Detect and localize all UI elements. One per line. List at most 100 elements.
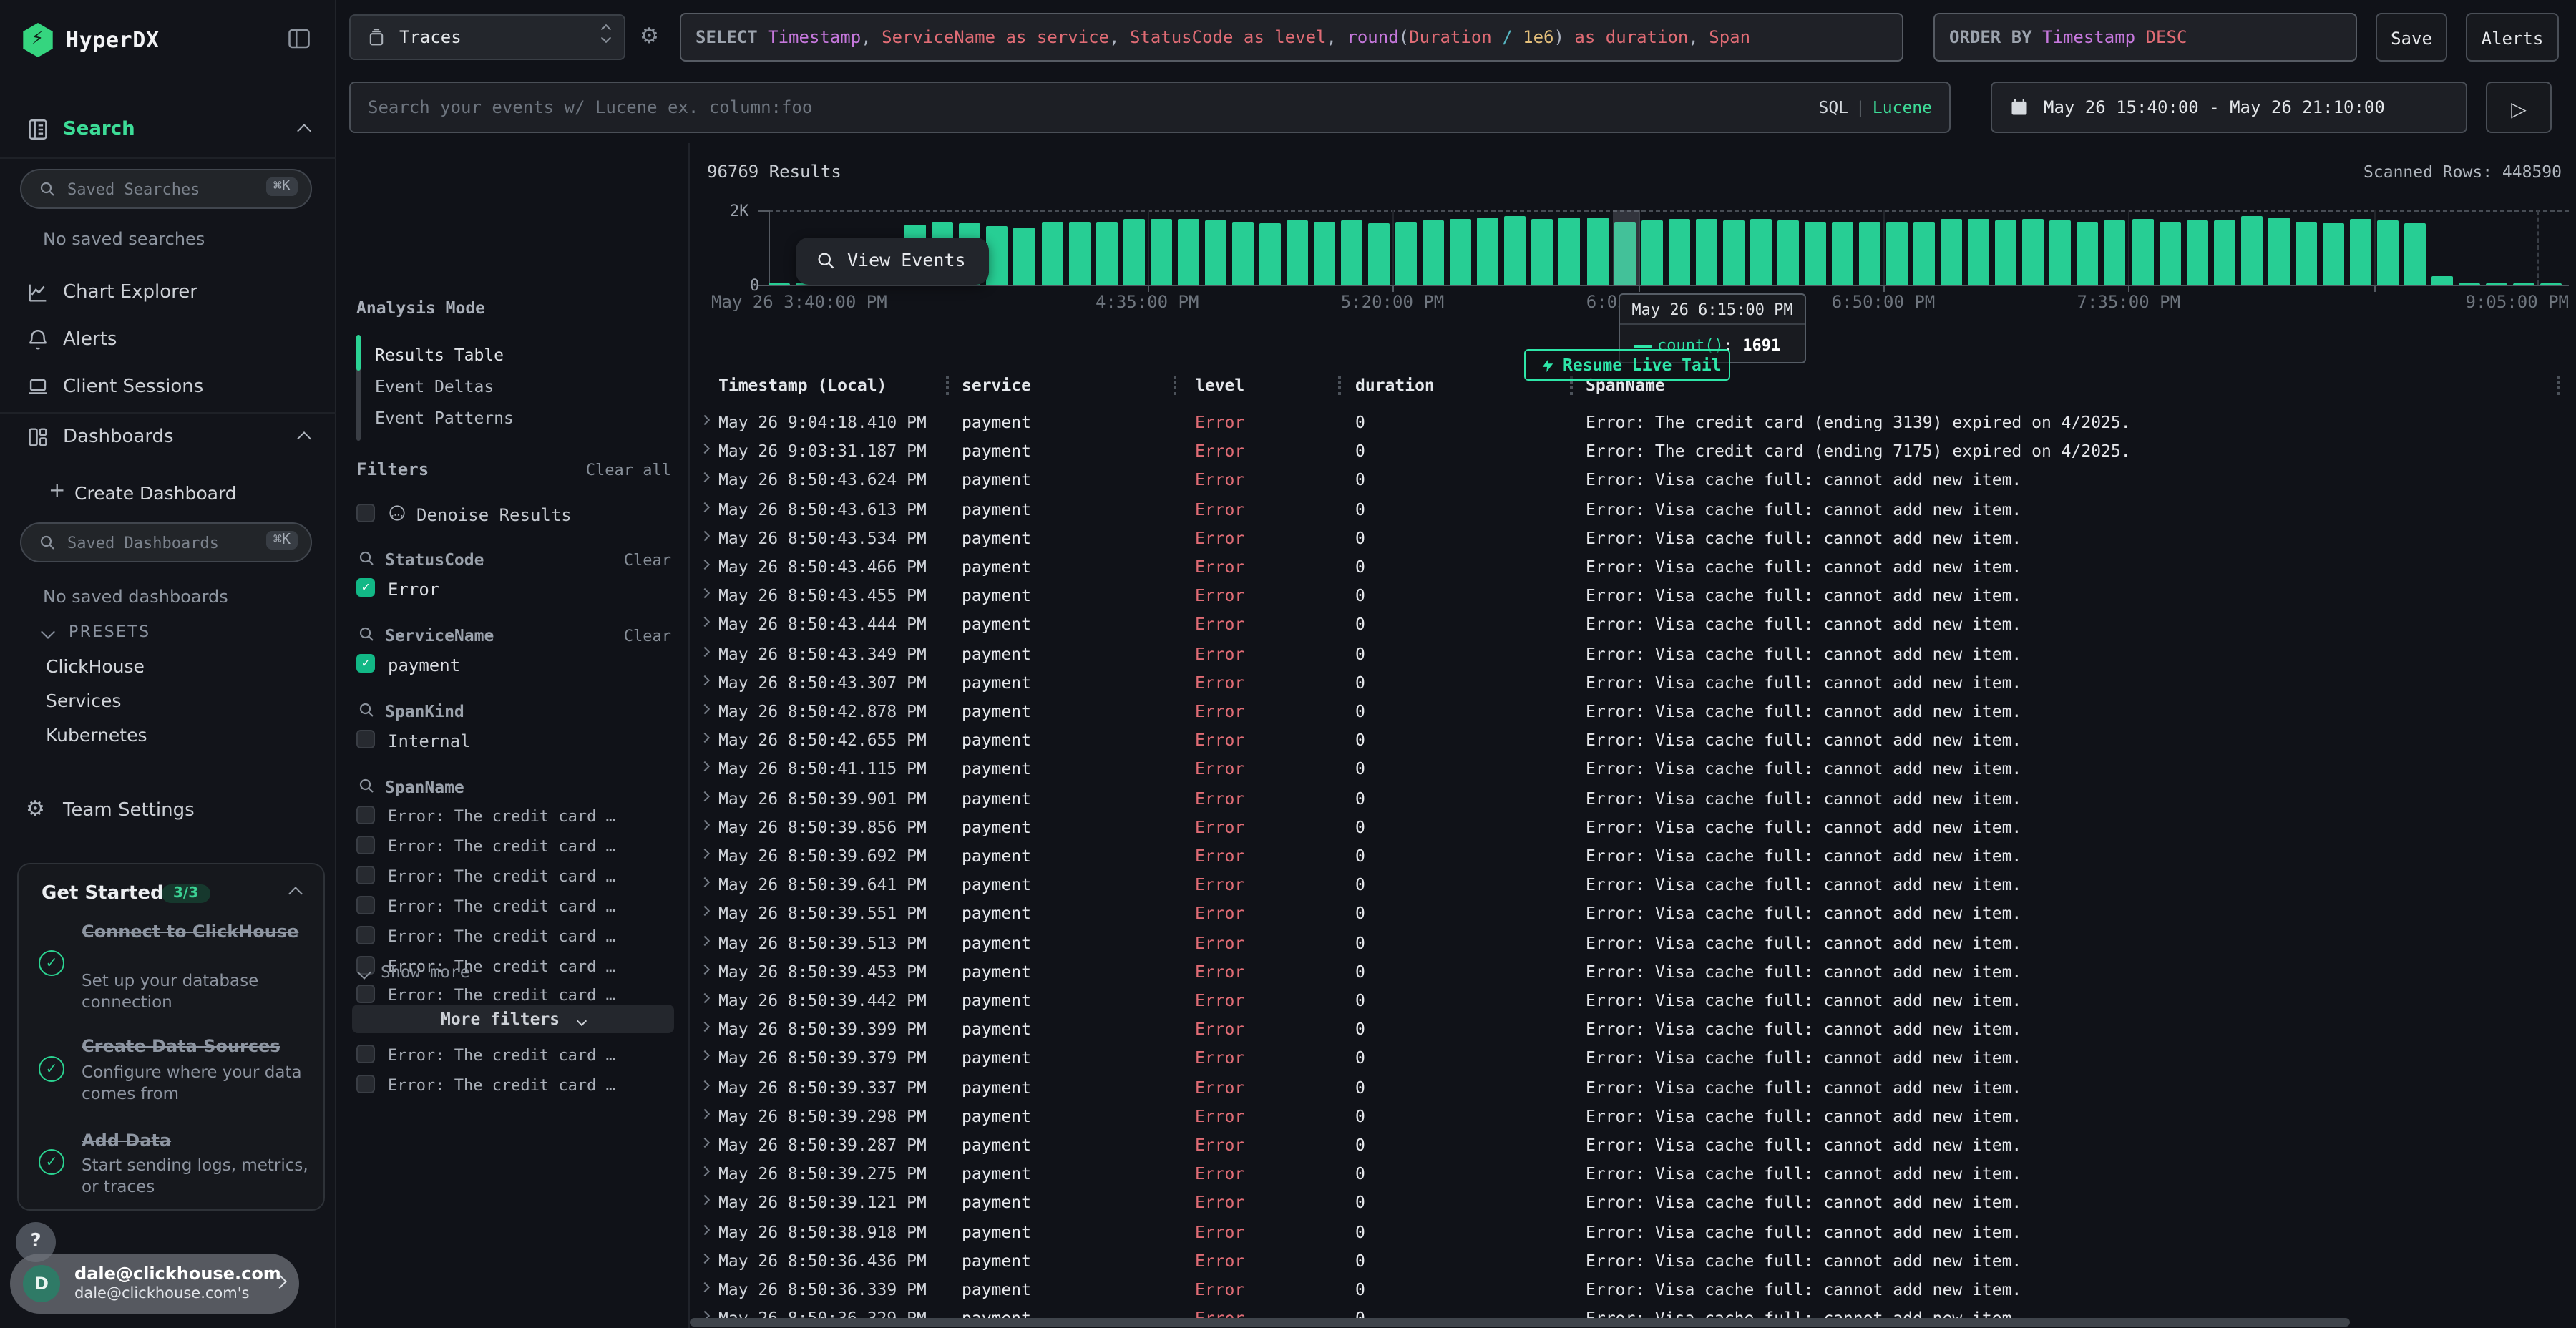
histogram-bar[interactable] (2404, 223, 2426, 285)
row-expand-icon[interactable] (700, 1080, 710, 1090)
histogram-bar[interactable] (2159, 222, 2180, 285)
row-expand-icon[interactable] (700, 733, 710, 743)
histogram-bar[interactable] (1423, 220, 1444, 285)
table-row[interactable]: May 26 8:50:39.442 PMpaymentError0Error:… (690, 986, 2576, 1015)
time-range-picker[interactable]: May 26 15:40:00 - May 26 21:10:00 (1991, 82, 2467, 133)
more-filters-button[interactable]: More filters (352, 1005, 674, 1033)
table-row[interactable]: May 26 9:04:18.410 PMpaymentError0Error:… (690, 408, 2576, 436)
column-resize-handle[interactable] (1338, 376, 1341, 395)
save-button[interactable]: Save (2376, 13, 2447, 62)
table-row[interactable]: May 26 8:50:39.513 PMpaymentError0Error:… (690, 928, 2576, 957)
histogram-bar[interactable] (2268, 217, 2290, 285)
create-dashboard-button[interactable]: + Create Dashboard (0, 474, 336, 511)
language-toggle[interactable]: SQL|Lucene (1818, 97, 1932, 117)
histogram-bar[interactable] (1586, 218, 1608, 285)
table-row[interactable]: May 26 8:50:43.466 PMpaymentError0Error:… (690, 552, 2576, 581)
histogram-bar[interactable] (1068, 222, 1090, 285)
row-expand-icon[interactable] (700, 849, 710, 859)
row-expand-icon[interactable] (700, 877, 710, 887)
histogram-bar[interactable] (1150, 219, 1171, 285)
event-search-input[interactable]: Search your events w/ Lucene ex. column:… (349, 82, 1951, 133)
histogram-bar[interactable] (1287, 221, 1308, 285)
preset-services[interactable]: Services (46, 690, 121, 711)
clear-link[interactable]: Clear (624, 627, 671, 645)
histogram-bar[interactable] (1695, 218, 1717, 285)
row-expand-icon[interactable] (700, 531, 710, 541)
sidebar-item-search[interactable]: Search (0, 112, 336, 149)
row-expand-icon[interactable] (700, 1138, 710, 1148)
spanname-option-label[interactable]: Error: The credit card … (388, 837, 615, 856)
histogram-bar[interactable] (1368, 224, 1390, 285)
table-row[interactable]: May 26 8:50:43.613 PMpaymentError0Error:… (690, 494, 2576, 523)
row-expand-icon[interactable] (700, 560, 710, 570)
servicename-payment-checkbox[interactable]: ✓ (356, 654, 375, 673)
sidebar-collapse-icon[interactable] (286, 26, 312, 52)
mode-event-patterns[interactable]: Event Patterns (375, 408, 514, 428)
column-resize-handle[interactable] (946, 376, 949, 395)
table-row[interactable]: May 26 8:50:39.399 PMpaymentError0Error:… (690, 1015, 2576, 1043)
table-row[interactable]: May 26 8:50:39.901 PMpaymentError0Error:… (690, 783, 2576, 812)
servicename-payment-label[interactable]: payment (388, 655, 460, 675)
histogram-bar[interactable] (1314, 221, 1335, 285)
col-header-duration[interactable]: duration (1355, 375, 1435, 395)
row-expand-icon[interactable] (700, 965, 710, 975)
sql-select-input[interactable]: SELECT Timestamp, ServiceName as service… (680, 13, 1903, 62)
spanname-option-label[interactable]: Error: The credit card … (388, 867, 615, 886)
table-row[interactable]: May 26 8:50:39.641 PMpaymentError0Error:… (690, 870, 2576, 899)
table-row[interactable]: May 26 8:50:43.444 PMpaymentError0Error:… (690, 610, 2576, 639)
row-expand-icon[interactable] (700, 473, 710, 483)
table-row[interactable]: May 26 8:50:39.121 PMpaymentError0Error:… (690, 1188, 2576, 1217)
sidebar-item-chart-explorer[interactable]: Chart Explorer (0, 275, 336, 312)
table-row[interactable]: May 26 8:50:39.275 PMpaymentError0Error:… (690, 1159, 2576, 1188)
table-row[interactable]: May 26 8:50:39.692 PMpaymentError0Error:… (690, 841, 2576, 870)
histogram-bar[interactable] (1968, 219, 1989, 285)
row-expand-icon[interactable] (700, 1254, 710, 1264)
table-row[interactable]: May 26 8:50:39.298 PMpaymentError0Error:… (690, 1102, 2576, 1131)
histogram-bar[interactable] (1941, 219, 1962, 285)
get-started-item-title[interactable]: Create Data Sources (82, 1036, 308, 1058)
histogram-bar[interactable] (2023, 220, 2044, 285)
table-row[interactable]: May 26 8:50:42.655 PMpaymentError0Error:… (690, 726, 2576, 754)
histogram-bar[interactable] (1859, 222, 1880, 285)
row-expand-icon[interactable] (700, 588, 710, 598)
order-by-input[interactable]: ORDER BY Timestamp DESC (1933, 13, 2357, 62)
histogram-bar[interactable] (1123, 219, 1144, 285)
table-row[interactable]: May 26 8:50:43.534 PMpaymentError0Error:… (690, 524, 2576, 552)
histogram-bar[interactable] (987, 227, 1008, 285)
get-started-item-title[interactable]: Add Data (82, 1131, 308, 1153)
spankind-internal-checkbox[interactable] (356, 730, 375, 748)
spanname-option-label[interactable]: Error: The credit card … (388, 1076, 615, 1095)
histogram-bar[interactable] (1641, 220, 1662, 285)
column-resize-handle[interactable] (1174, 376, 1176, 395)
table-row[interactable]: May 26 8:50:43.349 PMpaymentError0Error:… (690, 639, 2576, 668)
histogram-bar[interactable] (1559, 218, 1581, 285)
sidebar-item-team-settings[interactable]: ⚙ Team Settings (0, 793, 336, 830)
histogram-bar[interactable] (1205, 221, 1226, 285)
statuscode-error-checkbox[interactable]: ✓ (356, 578, 375, 597)
spanname-option-checkbox[interactable] (356, 836, 375, 854)
column-resize-handle[interactable] (2557, 376, 2560, 395)
histogram-bar[interactable] (1668, 220, 1689, 285)
chevron-up-icon[interactable] (297, 124, 311, 138)
language-sql[interactable]: SQL (1818, 97, 1848, 117)
sidebar-item-client-sessions[interactable]: Client Sessions (0, 369, 336, 406)
spanname-option-checkbox[interactable] (356, 895, 375, 914)
histogram-bar[interactable] (1750, 219, 1772, 285)
histogram-bar[interactable] (2431, 276, 2453, 285)
table-row[interactable]: May 26 8:50:36.436 PMpaymentError0Error:… (690, 1246, 2576, 1275)
user-menu[interactable]: D dale@clickhouse.com dale@clickhouse.co… (10, 1254, 299, 1314)
row-expand-icon[interactable] (700, 791, 710, 801)
row-expand-icon[interactable] (700, 675, 710, 685)
language-lucene[interactable]: Lucene (1873, 97, 1932, 117)
row-expand-icon[interactable] (700, 935, 710, 945)
histogram-bar[interactable] (1014, 228, 1035, 285)
row-expand-icon[interactable] (700, 820, 710, 830)
chevron-up-icon[interactable] (297, 431, 311, 446)
row-expand-icon[interactable] (700, 617, 710, 628)
horizontal-scrollbar[interactable] (690, 1318, 2576, 1327)
histogram-bar[interactable] (1996, 220, 2017, 285)
row-expand-icon[interactable] (700, 907, 710, 917)
spanname-option-label[interactable]: Error: The credit card … (388, 1046, 615, 1065)
clear-link[interactable]: Clear (624, 551, 671, 570)
preset-clickhouse[interactable]: ClickHouse (46, 655, 145, 677)
